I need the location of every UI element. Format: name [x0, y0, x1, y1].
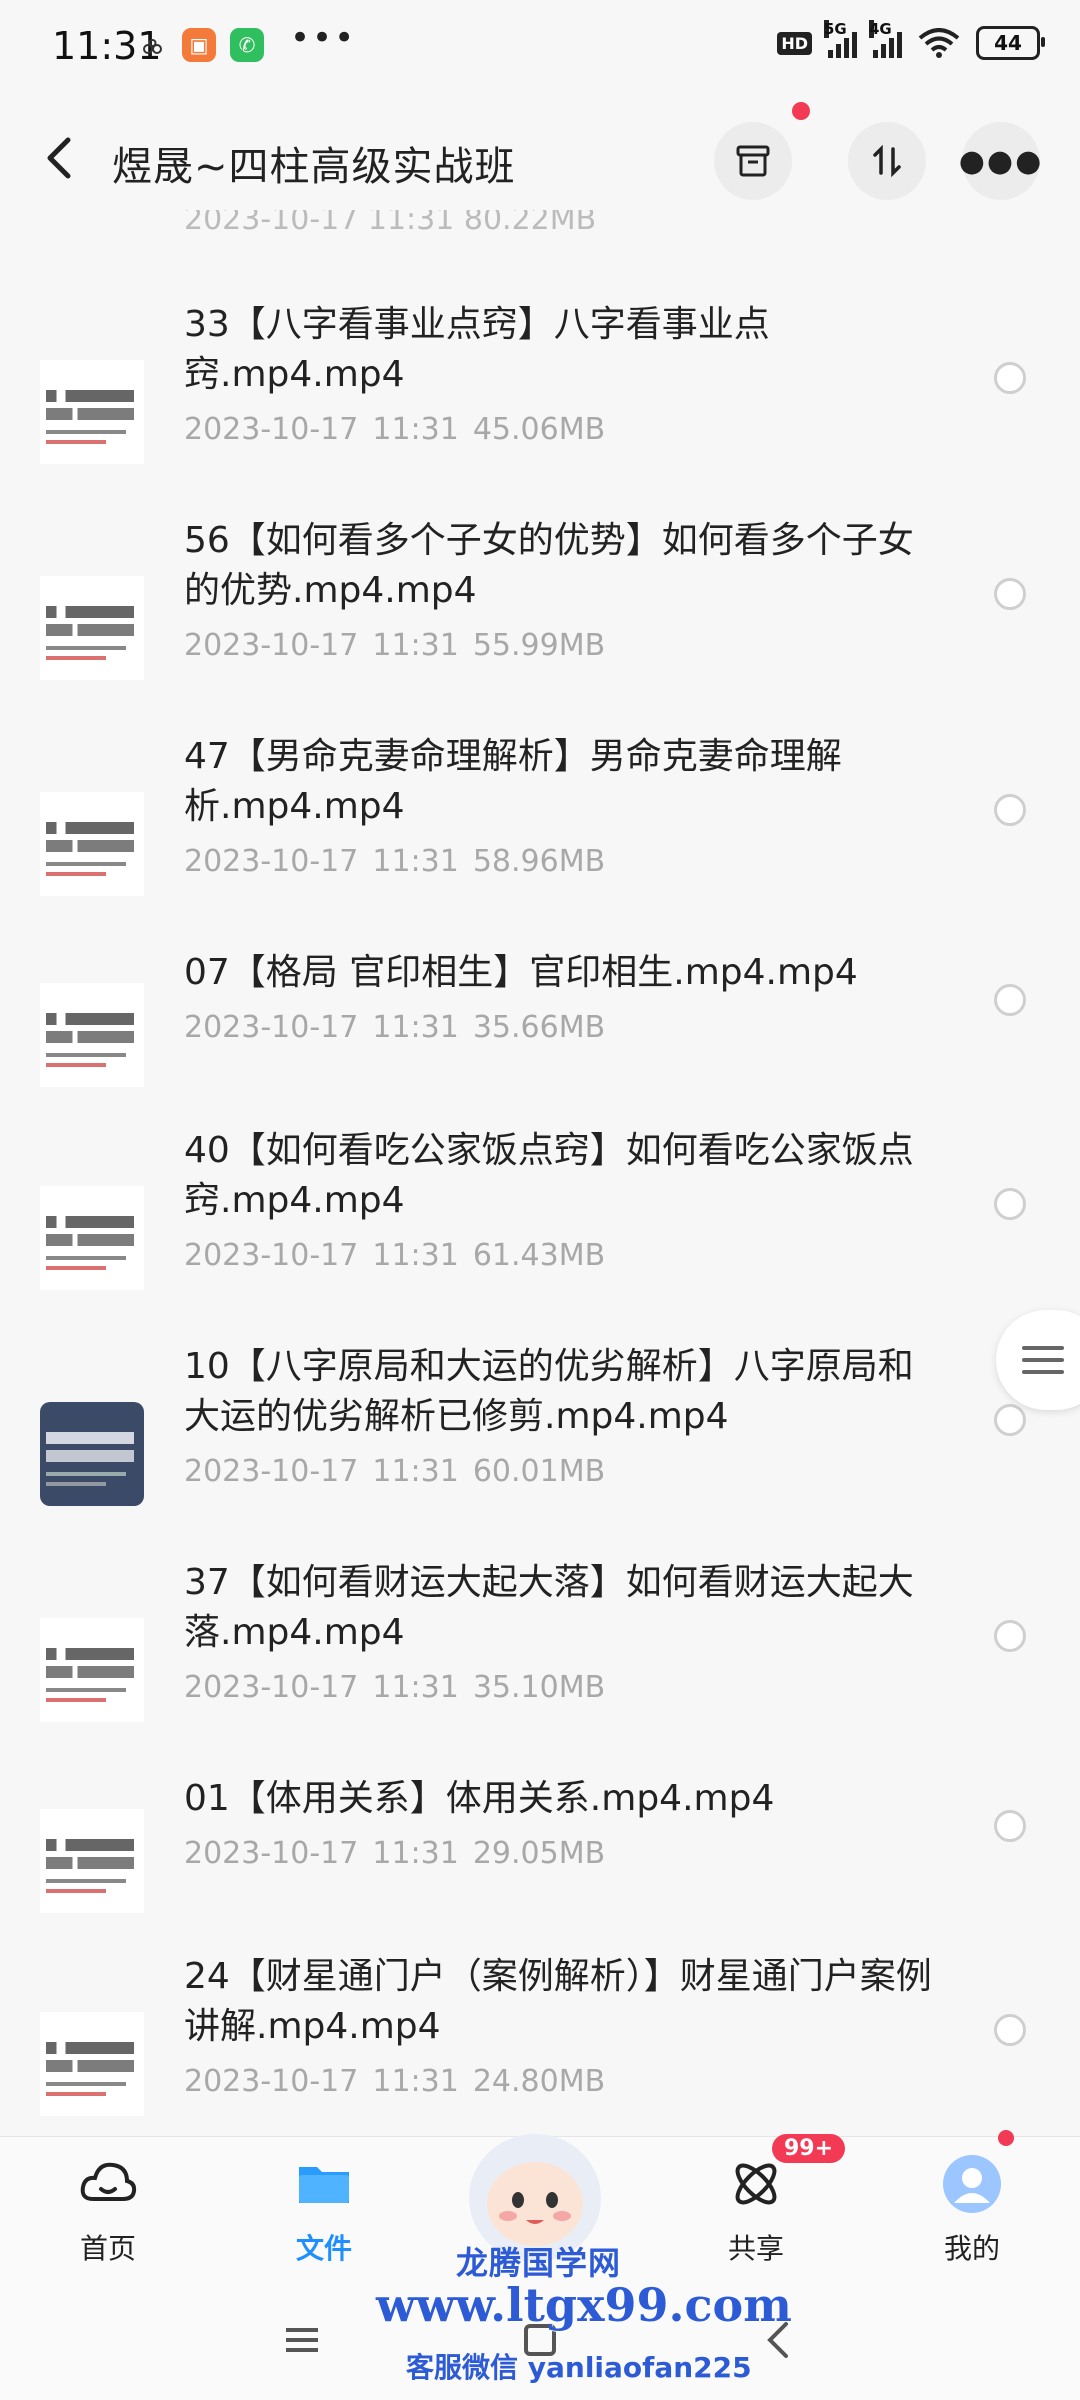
select-radio[interactable]: [994, 1404, 1026, 1436]
file-name: 33【八字看事业点窍】八字看事业点窍.mp4.mp4: [184, 304, 770, 395]
file-time: 11:31: [372, 1836, 459, 1871]
tab-files[interactable]: 文件: [244, 2137, 404, 2287]
file-size: 61.43MB: [472, 1238, 606, 1273]
signal-5g-icon: 5G: [824, 20, 857, 58]
file-date: 2023-10-17: [184, 1836, 359, 1871]
cloud-link-icon: [142, 38, 164, 60]
file-name: 01【体用关系】体用关系.mp4.mp4: [184, 1778, 775, 1819]
menu-lines-icon: [1022, 1346, 1064, 1382]
file-date: 2023-10-17: [184, 1670, 359, 1705]
file-name: 40【如何看吃公家饭点窍】如何看吃公家饭点窍.mp4.mp4: [184, 1130, 914, 1221]
profile-avatar-icon: [943, 2155, 1001, 2213]
file-time: 11:31: [372, 844, 459, 879]
file-size: 24.80MB: [472, 2064, 606, 2099]
file-date: 2023-10-17: [184, 1010, 359, 1045]
select-radio[interactable]: [994, 1620, 1026, 1652]
side-menu-floater[interactable]: [996, 1310, 1080, 1410]
archive-icon: [736, 145, 770, 177]
watermark-url: www.ltgx99.com: [376, 2278, 792, 2332]
select-radio[interactable]: [994, 2014, 1026, 2046]
file-meta: 2023-10-17 11:31 55.99MB: [184, 628, 605, 663]
file-name: 37【如何看财运大起大落】如何看财运大起大落.mp4.mp4: [184, 1562, 914, 1653]
file-time: 11:31: [372, 412, 459, 447]
hd-icon: HD: [777, 31, 812, 55]
share-atom-icon: [735, 2163, 777, 2205]
file-date: 2023-10-17: [184, 2064, 359, 2099]
file-name: 56【如何看多个子女的优势】如何看多个子女的优势.mp4.mp4: [184, 520, 914, 611]
file-size: 35.10MB: [472, 1670, 606, 1705]
status-right: HD 5G 4G 44: [777, 20, 1045, 60]
video-thumbnail: [40, 792, 144, 896]
sort-button[interactable]: [848, 122, 926, 200]
file-time: 11:31: [372, 1670, 459, 1705]
signal-4g-icon: 4G: [869, 20, 902, 58]
file-date: 2023-10-17: [184, 1238, 359, 1273]
more-button[interactable]: ●●●: [959, 122, 1041, 200]
file-name: 47【男命克妻命理解析】男命克妻命理解析.mp4.mp4: [184, 736, 842, 827]
cloud-icon: [80, 2162, 137, 2201]
select-radio[interactable]: [994, 1188, 1026, 1220]
file-meta: 2023-10-17 11:31 61.43MB: [184, 1238, 605, 1273]
select-radio[interactable]: [994, 578, 1026, 610]
file-date: 2023-10-17: [184, 1454, 359, 1489]
file-meta: 2023-10-17 11:31 45.06MB: [184, 412, 605, 447]
select-radio[interactable]: [994, 362, 1026, 394]
file-meta: 2023-10-17 11:31 58.96MB: [184, 844, 605, 879]
select-radio[interactable]: [994, 984, 1026, 1016]
file-size: 60.01MB: [472, 1454, 606, 1489]
file-time: 11:31: [372, 2064, 459, 2099]
file-name: 24【财星通门户（案例解析）】财星通门户案例讲解.mp4.mp4: [184, 1956, 932, 2047]
phone-app-icon: ✆: [230, 28, 264, 62]
select-radio[interactable]: [994, 1810, 1026, 1842]
video-thumbnail: [40, 1618, 144, 1722]
wifi-icon: [918, 28, 960, 58]
file-size: 55.99MB: [472, 628, 606, 663]
file-date: 2023-10-17: [184, 412, 359, 447]
file-meta: 2023-10-17 11:31 35.66MB: [184, 1010, 605, 1045]
file-name: 07【格局 官印相生】官印相生.mp4.mp4: [184, 952, 858, 993]
file-time: 11:31: [372, 1010, 459, 1045]
video-thumbnail: [40, 1809, 144, 1913]
battery-icon: 44: [976, 26, 1045, 60]
video-thumbnail: [40, 2012, 144, 2116]
video-thumbnail: [40, 983, 144, 1087]
page-title: 煜晟~四柱高级实战班: [112, 144, 516, 190]
archive-button[interactable]: [714, 122, 792, 200]
notification-dot: [792, 102, 810, 120]
file-size: 58.96MB: [472, 844, 606, 879]
folder-icon: [299, 2167, 349, 2203]
tab-profile[interactable]: 我的: [892, 2137, 1052, 2287]
more-icon: ●●●: [958, 143, 1044, 179]
more-dots-icon: •••: [290, 18, 357, 58]
file-time: 11:31: [372, 628, 459, 663]
file-size: 29.05MB: [472, 1836, 606, 1871]
select-radio[interactable]: [994, 794, 1026, 826]
partial-file-meta: 2023-10-17 11:31 80.22MB: [184, 210, 597, 236]
tab-home[interactable]: 首页: [28, 2137, 188, 2287]
watermark-contact: 客服微信 yanliaofan225: [406, 2351, 752, 2384]
sort-icon: [873, 144, 901, 178]
file-meta: 2023-10-17 11:31 35.10MB: [184, 1670, 605, 1705]
file-time: 11:31: [372, 1238, 459, 1273]
file-date: 2023-10-17: [184, 844, 359, 879]
file-meta: 2023-10-17 11:31 24.80MB: [184, 2064, 605, 2099]
file-size: 35.66MB: [472, 1010, 606, 1045]
status-bar: 11:31 ▣ ✆ ••• HD 5G 4G 44: [0, 0, 1080, 96]
file-date: 2023-10-17: [184, 628, 359, 663]
video-thumbnail: [40, 1402, 144, 1506]
file-meta: 2023-10-17 11:31 60.01MB: [184, 1454, 605, 1489]
file-name: 10【八字原局和大运的优劣解析】八字原局和大运的优劣解析已修剪.mp4.mp4: [184, 1346, 914, 1437]
share-count-badge: 99+: [772, 2134, 846, 2163]
file-size: 45.06MB: [472, 412, 606, 447]
video-thumbnail: [40, 360, 144, 464]
recent-apps-icon[interactable]: [272, 2316, 332, 2376]
profile-notification-dot: [998, 2130, 1014, 2146]
file-time: 11:31: [372, 1454, 459, 1489]
app-header: 煜晟~四柱高级实战班 ●●●: [0, 102, 1080, 212]
file-meta: 2023-10-17 11:31 29.05MB: [184, 1836, 605, 1871]
video-thumbnail: [40, 1186, 144, 1290]
video-thumbnail: [40, 576, 144, 680]
back-arrow-icon[interactable]: [44, 136, 88, 186]
orange-app-icon: ▣: [182, 28, 216, 62]
